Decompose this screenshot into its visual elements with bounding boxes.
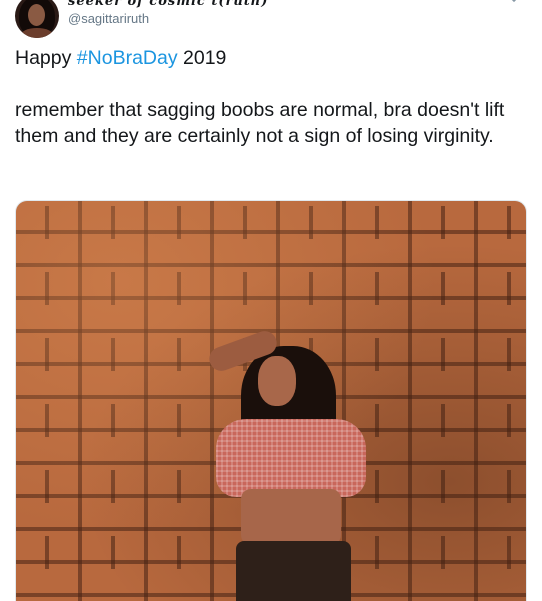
tweet-text-line1: Happy #NoBraDay 2019 xyxy=(15,45,525,71)
person-waist xyxy=(241,489,341,545)
tweet-text: Happy #NoBraDay 2019 remember that saggi… xyxy=(15,45,525,149)
tweet-header: seeker of cosmic t(ruth) @sagittariruth xyxy=(15,0,527,42)
avatar-shoulder xyxy=(21,28,53,38)
avatar[interactable] xyxy=(15,0,59,38)
photo-person xyxy=(196,327,386,601)
text-suffix: 2019 xyxy=(177,47,227,69)
hashtag-link[interactable]: #NoBraDay xyxy=(77,47,178,69)
avatar-face xyxy=(28,4,45,26)
tweet-text-body: remember that sagging boobs are normal, … xyxy=(15,99,505,147)
person-skirt xyxy=(236,541,351,601)
chevron-down-icon[interactable] xyxy=(507,0,521,4)
tweet-card: seeker of cosmic t(ruth) @sagittariruth … xyxy=(0,0,542,601)
person-top xyxy=(216,419,366,497)
person-face xyxy=(258,356,296,406)
author-display-name[interactable]: seeker of cosmic t(ruth) xyxy=(68,0,268,9)
tweet-photo[interactable] xyxy=(15,200,527,601)
author-handle[interactable]: @sagittariruth xyxy=(68,11,149,26)
text-prefix: Happy xyxy=(15,47,77,69)
